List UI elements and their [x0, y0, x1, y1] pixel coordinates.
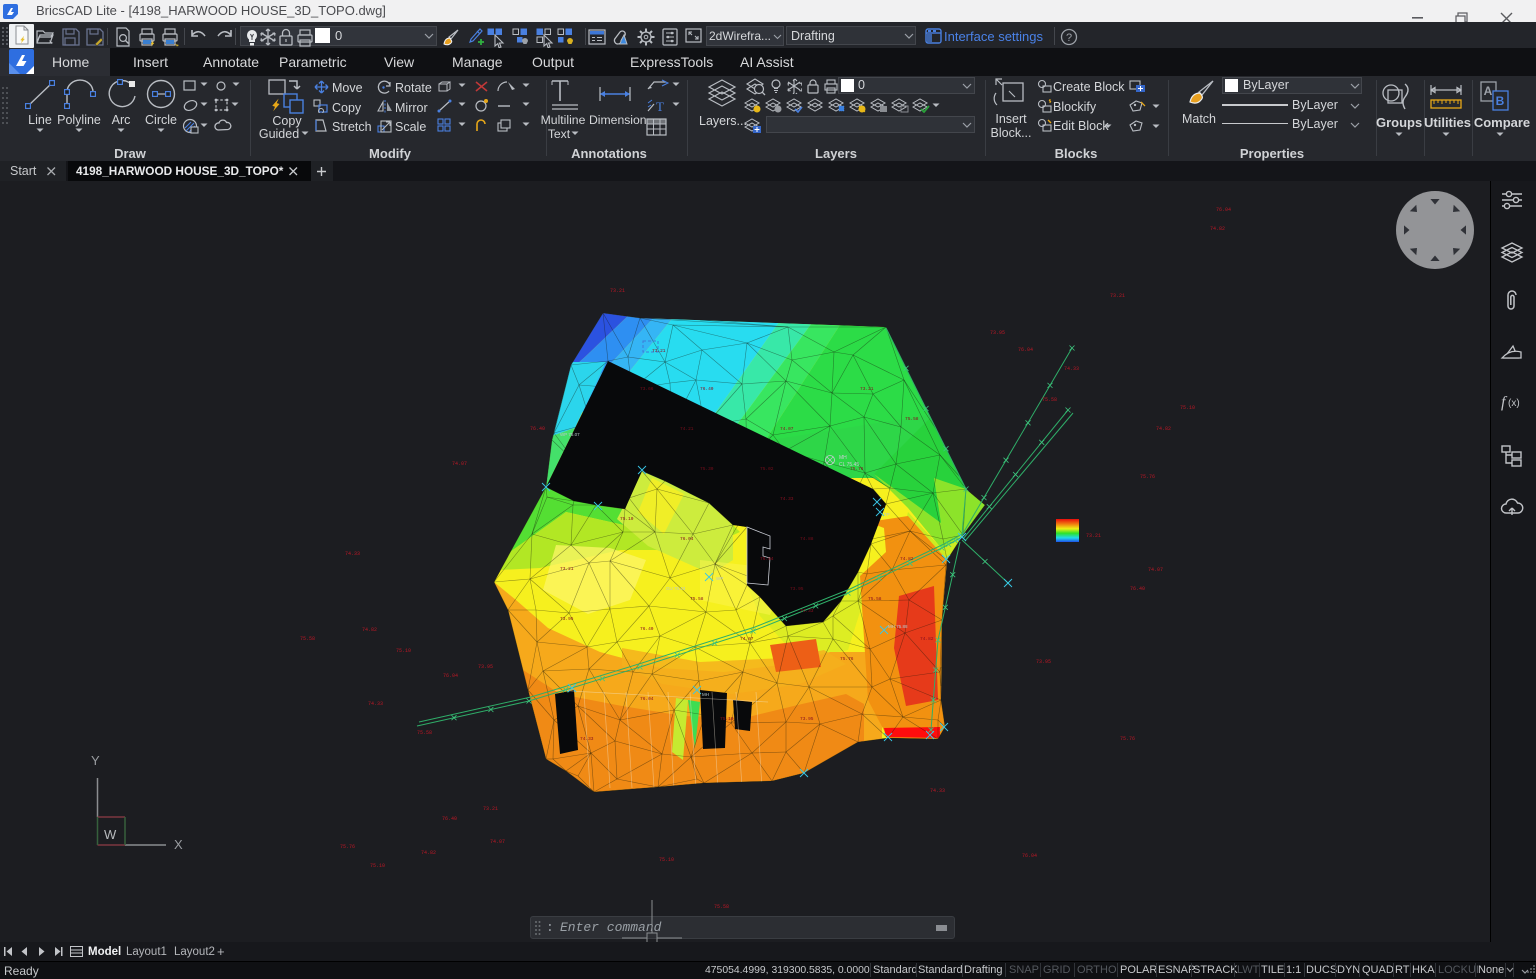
svg-text:76.04: 76.04 — [1018, 347, 1033, 353]
svg-text:76.04: 76.04 — [1022, 853, 1037, 859]
svg-text:75.58: 75.58 — [300, 636, 315, 642]
svg-text:A: A — [1484, 84, 1493, 98]
svg-text:MH: MH — [702, 692, 709, 697]
svg-text:73.95: 73.95 — [560, 616, 574, 622]
svg-text:74.82: 74.82 — [1210, 226, 1225, 232]
svg-text:74.21: 74.21 — [680, 426, 694, 432]
svg-text:76.40: 76.40 — [700, 386, 714, 392]
svg-text:74.82: 74.82 — [362, 627, 377, 633]
svg-text:76.04: 76.04 — [680, 536, 694, 542]
svg-text:74.33: 74.33 — [780, 496, 794, 502]
svg-text:74.07: 74.07 — [740, 636, 754, 642]
svg-text:74.33: 74.33 — [345, 551, 360, 557]
svg-text:73.95: 73.95 — [1036, 659, 1051, 665]
svg-text:74.07: 74.07 — [490, 839, 505, 845]
svg-text:MH 75.88: MH 75.88 — [888, 624, 908, 629]
svg-text:74.33: 74.33 — [580, 736, 594, 742]
svg-text:74.82: 74.82 — [920, 636, 934, 642]
svg-text:(x): (x) — [1508, 398, 1520, 409]
svg-text:73.95: 73.95 — [790, 586, 804, 592]
svg-text:76.40: 76.40 — [640, 626, 654, 632]
svg-text:76.04: 76.04 — [443, 673, 458, 679]
svg-text:W: W — [104, 827, 117, 842]
svg-text:75.76: 75.76 — [840, 656, 854, 662]
svg-text:75.58: 75.58 — [714, 904, 729, 910]
svg-text:75.10: 75.10 — [659, 857, 674, 863]
svg-text:f: f — [1501, 394, 1508, 411]
svg-text:MH: MH — [839, 455, 847, 461]
svg-text:73.21: 73.21 — [483, 806, 498, 812]
svg-text:75.58: 75.58 — [417, 730, 432, 736]
svg-text:74.82: 74.82 — [1156, 426, 1171, 432]
svg-text:75.76: 75.76 — [1120, 736, 1135, 742]
svg-text:TP: TP — [884, 512, 890, 517]
svg-text:75.76: 75.76 — [850, 466, 864, 472]
svg-text:75.10: 75.10 — [620, 516, 634, 522]
svg-text:B: B — [1496, 94, 1505, 108]
svg-text:74.33: 74.33 — [800, 608, 814, 614]
svg-text:75.58: 75.58 — [905, 416, 919, 422]
svg-text:76.04: 76.04 — [640, 696, 654, 702]
svg-text:73.21: 73.21 — [860, 386, 874, 392]
svg-text:73.21: 73.21 — [652, 348, 666, 354]
svg-text:WP: WP — [716, 576, 723, 581]
svg-text:74.33: 74.33 — [368, 701, 383, 707]
svg-text:76.04: 76.04 — [760, 556, 774, 562]
svg-text:74.33: 74.33 — [1064, 366, 1079, 372]
svg-text:76.40: 76.40 — [530, 426, 545, 432]
svg-text:73.66: 73.66 — [640, 386, 654, 392]
svg-text:74.82: 74.82 — [900, 556, 914, 562]
svg-text:76.04: 76.04 — [1216, 207, 1231, 213]
svg-text:74.33: 74.33 — [930, 788, 945, 794]
svg-text:73.21: 73.21 — [610, 288, 625, 294]
svg-text:73.95: 73.95 — [800, 716, 814, 722]
svg-text:75.30: 75.30 — [700, 466, 714, 472]
svg-text:73.95: 73.95 — [990, 330, 1005, 336]
svg-text:74.07: 74.07 — [780, 426, 794, 432]
svg-text:74.82: 74.82 — [421, 850, 436, 856]
svg-text:GU 75.43: GU 75.43 — [666, 586, 686, 591]
svg-text:76.40: 76.40 — [1130, 586, 1145, 592]
svg-text:73.21: 73.21 — [560, 566, 574, 572]
svg-text:T: T — [656, 99, 664, 114]
svg-text:WP 75.07: WP 75.07 — [560, 432, 580, 437]
svg-text:75.10: 75.10 — [1180, 405, 1195, 411]
svg-text:75.76: 75.76 — [340, 844, 355, 850]
svg-text:75.10: 75.10 — [370, 863, 385, 869]
svg-text:74.07: 74.07 — [1148, 567, 1163, 573]
svg-text:75.58: 75.58 — [868, 596, 882, 602]
svg-text:74.88: 74.88 — [800, 536, 814, 542]
svg-text:75.10: 75.10 — [396, 648, 411, 654]
svg-text:75.02: 75.02 — [760, 466, 774, 472]
svg-text:73.95: 73.95 — [478, 664, 493, 670]
svg-text:75.58: 75.58 — [1042, 397, 1057, 403]
svg-text:75.10: 75.10 — [720, 716, 734, 722]
svg-text:?: ? — [1066, 32, 1072, 44]
svg-text:75.76: 75.76 — [1140, 474, 1155, 480]
svg-text:76.40: 76.40 — [442, 816, 457, 822]
svg-text:75.58: 75.58 — [690, 596, 704, 602]
svg-text:73.21: 73.21 — [1086, 533, 1101, 539]
svg-text:74.07: 74.07 — [452, 461, 467, 467]
svg-text:73.21: 73.21 — [1110, 293, 1125, 299]
